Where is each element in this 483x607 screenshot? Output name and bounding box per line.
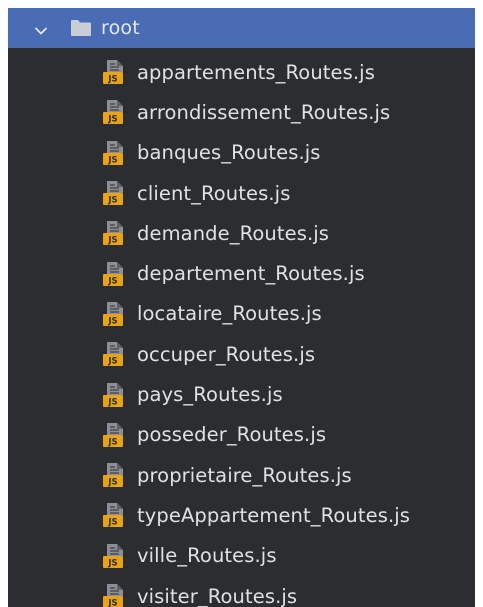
file-name: locataire_Routes.js bbox=[137, 302, 322, 326]
file-name: proprietaire_Routes.js bbox=[137, 463, 352, 487]
file-name: ville_Routes.js bbox=[137, 544, 277, 568]
js-file-icon: JS bbox=[101, 501, 129, 529]
svg-text:JS: JS bbox=[107, 276, 117, 286]
svg-text:JS: JS bbox=[107, 316, 117, 326]
js-file-icon: JS bbox=[101, 219, 129, 247]
file-name: banques_Routes.js bbox=[137, 141, 321, 165]
svg-text:JS: JS bbox=[107, 558, 117, 568]
js-file-icon: JS bbox=[101, 260, 129, 288]
file-item-pays-routes[interactable]: JS pays_Routes.js bbox=[8, 374, 475, 414]
file-item-posseder-routes[interactable]: JS posseder_Routes.js bbox=[8, 415, 475, 455]
file-item-occuper-routes[interactable]: JS occuper_Routes.js bbox=[8, 334, 475, 374]
svg-text:JS: JS bbox=[107, 397, 117, 407]
file-item-locataire-routes[interactable]: JS locataire_Routes.js bbox=[8, 294, 475, 334]
file-name: occuper_Routes.js bbox=[137, 342, 316, 366]
file-list: JS appartements_Routes.js JS arrondissem… bbox=[8, 52, 475, 607]
file-item-demande-routes[interactable]: JS demande_Routes.js bbox=[8, 213, 475, 253]
file-name: typeAppartement_Routes.js bbox=[137, 503, 411, 527]
svg-text:JS: JS bbox=[107, 357, 117, 367]
file-item-appartements-routes[interactable]: JS appartements_Routes.js bbox=[8, 52, 475, 92]
file-name: client_Routes.js bbox=[137, 181, 291, 205]
js-file-icon: JS bbox=[101, 300, 129, 328]
file-name: posseder_Routes.js bbox=[137, 423, 327, 447]
js-file-icon: JS bbox=[101, 461, 129, 489]
js-file-icon: JS bbox=[101, 582, 129, 607]
svg-text:JS: JS bbox=[107, 196, 117, 206]
svg-text:JS: JS bbox=[107, 478, 117, 488]
chevron-down-icon[interactable] bbox=[34, 21, 48, 35]
svg-text:JS: JS bbox=[107, 599, 117, 607]
js-file-icon: JS bbox=[101, 340, 129, 368]
js-file-icon: JS bbox=[101, 421, 129, 449]
file-name: departement_Routes.js bbox=[137, 262, 365, 286]
svg-text:JS: JS bbox=[107, 437, 117, 447]
file-item-proprietaire-routes[interactable]: JS proprietaire_Routes.js bbox=[8, 455, 475, 495]
js-file-icon: JS bbox=[101, 139, 129, 167]
js-file-icon: JS bbox=[101, 381, 129, 409]
file-item-client-routes[interactable]: JS client_Routes.js bbox=[8, 173, 475, 213]
svg-text:JS: JS bbox=[107, 236, 117, 246]
svg-text:JS: JS bbox=[107, 115, 117, 125]
file-name: demande_Routes.js bbox=[137, 221, 330, 245]
js-file-icon: JS bbox=[101, 98, 129, 126]
file-name: visiter_Routes.js bbox=[137, 584, 298, 607]
folder-icon bbox=[70, 19, 92, 37]
file-name: appartements_Routes.js bbox=[137, 60, 375, 84]
file-item-ville-routes[interactable]: JS ville_Routes.js bbox=[8, 536, 475, 576]
js-file-icon: JS bbox=[101, 58, 129, 86]
file-item-departement-routes[interactable]: JS departement_Routes.js bbox=[8, 253, 475, 293]
svg-text:JS: JS bbox=[107, 518, 117, 528]
file-item-visiter-routes[interactable]: JS visiter_Routes.js bbox=[8, 576, 475, 607]
tree-node-root[interactable]: root bbox=[8, 8, 475, 48]
js-file-icon: JS bbox=[101, 542, 129, 570]
file-item-banques-routes[interactable]: JS banques_Routes.js bbox=[8, 133, 475, 173]
file-item-arrondissement-routes[interactable]: JS arrondissement_Routes.js bbox=[8, 92, 475, 132]
file-name: arrondissement_Routes.js bbox=[137, 100, 391, 124]
file-name: pays_Routes.js bbox=[137, 383, 283, 407]
project-tree-panel: root JS appartements_Routes.js JS arrond… bbox=[8, 8, 475, 607]
tree-node-label: root bbox=[101, 17, 140, 39]
svg-text:JS: JS bbox=[107, 75, 117, 85]
svg-text:JS: JS bbox=[107, 155, 117, 165]
js-file-icon: JS bbox=[101, 179, 129, 207]
file-item-typeappartement-routes[interactable]: JS typeAppartement_Routes.js bbox=[8, 495, 475, 535]
